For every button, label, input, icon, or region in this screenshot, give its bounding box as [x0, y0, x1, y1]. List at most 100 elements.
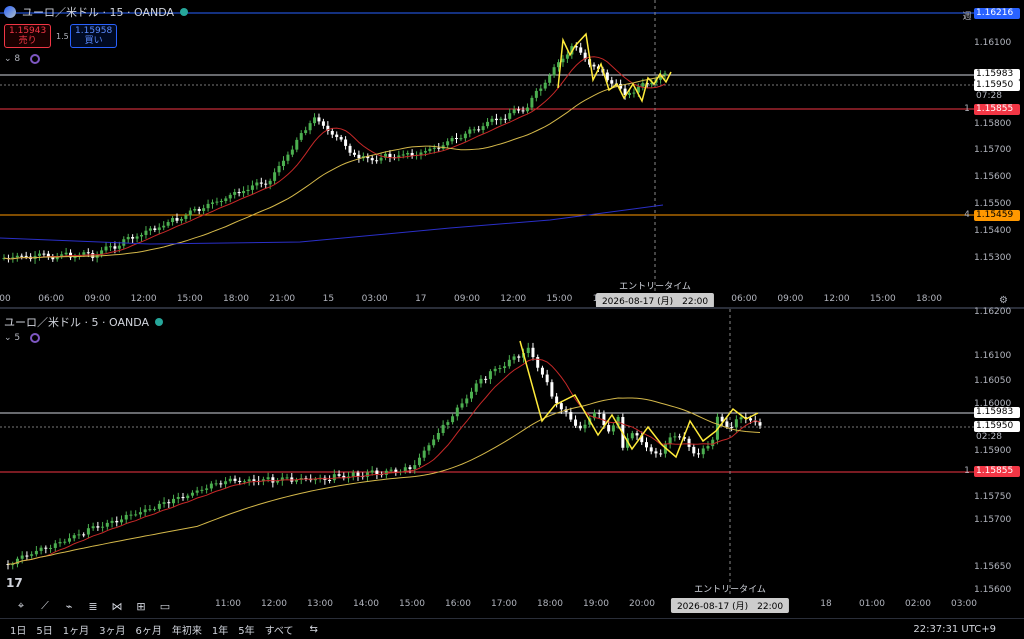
indicator-settings-icon[interactable] — [30, 54, 41, 64]
trendline-tool-icon[interactable]: ⟋ — [36, 598, 54, 614]
sell-price: 1.15943 — [9, 26, 47, 36]
candle-body — [512, 109, 516, 114]
crosshair-tool-icon[interactable]: ⌖ — [12, 598, 30, 614]
time-axis-label: 15:00 — [399, 599, 425, 609]
candle-body — [465, 398, 469, 404]
candle-body — [610, 80, 614, 84]
candle-body — [356, 472, 360, 477]
price-axis-label: 1.15700 — [974, 145, 1012, 155]
candle-body — [219, 483, 223, 485]
candle-body — [536, 357, 540, 368]
range-all-button[interactable]: すべて — [265, 622, 294, 637]
candle-body — [534, 90, 538, 98]
candle-body — [494, 118, 498, 121]
candle-body — [181, 497, 185, 499]
red-line-label: 1 — [964, 104, 970, 114]
candle-body — [725, 421, 729, 427]
candle-body — [427, 445, 431, 451]
candle-body — [285, 477, 289, 479]
top-chart-panel[interactable]: ユーロ／米ドル · 15 · OANDA 1.15943 売り 1.5 1.15… — [0, 0, 1024, 308]
time-axis-label: 00 — [0, 294, 11, 304]
top-symbol-legend[interactable]: ユーロ／米ドル · 15 · OANDA — [4, 4, 188, 20]
candle-body — [105, 522, 109, 527]
candle-body — [632, 92, 636, 94]
candle-body — [370, 470, 374, 473]
candle-body — [219, 201, 223, 203]
candle-body — [20, 255, 24, 257]
zoom-tool-icon[interactable]: ▭ — [156, 598, 174, 614]
range-ytd-button[interactable]: 年初来 — [172, 622, 202, 637]
candle-body — [101, 526, 105, 528]
candle-body — [228, 194, 232, 199]
candle-body — [701, 448, 705, 455]
price-axis-label: 1.15700 — [974, 515, 1012, 525]
candle-body — [214, 483, 218, 485]
bottom-symbol-legend[interactable]: ユーロ／米ドル · 5 · OANDA — [4, 314, 163, 330]
candle-body — [175, 218, 179, 221]
candle-body — [455, 407, 459, 417]
candle-body — [110, 520, 114, 523]
candle-body — [91, 526, 95, 529]
candle-body — [252, 479, 256, 481]
sell-label: 売り — [18, 36, 37, 46]
candle-body — [224, 198, 228, 202]
range-1m-button[interactable]: 1ヶ月 — [63, 622, 89, 637]
candle-body — [64, 252, 68, 255]
candle-body — [490, 118, 494, 122]
bottom-chart-panel[interactable]: ユーロ／米ドル · 5 · OANDA ⌄ 5 1.16200 1.16100 … — [0, 307, 1024, 618]
indicators-toggle[interactable]: ⌄ 8 — [4, 54, 20, 64]
candle-body — [375, 470, 379, 475]
candle-body — [401, 154, 405, 156]
candle-body — [454, 138, 458, 140]
goto-date-icon[interactable]: ⇆ — [310, 624, 318, 635]
price-axis-label: 1.15750 — [974, 492, 1012, 502]
range-6m-button[interactable]: 6ヶ月 — [136, 622, 162, 637]
candle-body — [678, 436, 682, 438]
indicator-settings-icon[interactable] — [30, 333, 41, 343]
time-axis-label: 20:00 — [629, 599, 655, 609]
candle-body — [167, 502, 171, 504]
fib-tool-icon[interactable]: ≣ — [84, 598, 102, 614]
candle-body — [15, 255, 19, 258]
sell-button[interactable]: 1.15943 売り — [4, 24, 52, 48]
candle-body — [135, 236, 139, 239]
bottom-chart-canvas[interactable] — [0, 309, 1024, 618]
buy-button[interactable]: 1.15958 買い — [70, 24, 118, 48]
candle-body — [255, 182, 259, 186]
top-indicator-controls[interactable]: ⌄ 8 — [4, 54, 41, 64]
candle-body — [574, 419, 578, 426]
price-axis-label: 1.15600 — [974, 172, 1012, 182]
settings-gear-icon[interactable]: ⚙ — [999, 295, 1008, 306]
price-axis-label: 1.15500 — [974, 199, 1012, 209]
bid-price-tag: 1.15950 — [974, 80, 1020, 91]
range-5d-button[interactable]: 5日 — [36, 622, 52, 637]
candle-body — [134, 514, 138, 516]
indicators-toggle[interactable]: ⌄ 5 — [4, 333, 20, 343]
range-1d-button[interactable]: 1日 — [10, 622, 26, 637]
measure-tool-icon[interactable]: ⊞ — [132, 598, 150, 614]
candle-body — [687, 438, 691, 447]
candle-body — [126, 237, 130, 240]
pattern-tool-icon[interactable]: ⋈ — [108, 598, 126, 614]
time-axis-label: 09:00 — [454, 294, 480, 304]
range-1y-button[interactable]: 1年 — [212, 622, 228, 637]
clock[interactable]: 22:37:31 UTC+9 — [913, 624, 996, 635]
candle-body — [271, 477, 275, 483]
top-chart-canvas[interactable] — [0, 0, 1024, 308]
bottom-indicator-controls[interactable]: ⌄ 5 — [4, 333, 41, 343]
range-5y-button[interactable]: 5年 — [238, 622, 254, 637]
candle-timer: 02:28 — [976, 432, 1002, 442]
bid-price-tag: 1.15950 — [974, 421, 1020, 432]
candle-body — [250, 185, 254, 190]
range-3m-button[interactable]: 3ヶ月 — [99, 622, 125, 637]
ma-yellow-line — [3, 75, 666, 260]
candle-body — [131, 237, 135, 239]
candle-body — [486, 121, 490, 127]
candle-body — [39, 547, 43, 551]
candle-body — [24, 255, 28, 257]
candle-body — [108, 246, 112, 248]
path-tool-icon[interactable]: ⌁ — [60, 598, 78, 614]
candle-body — [530, 97, 534, 108]
candle-body — [202, 208, 206, 211]
drawing-toolbar[interactable]: ⌖ ⟋ ⌁ ≣ ⋈ ⊞ ▭ — [12, 598, 174, 614]
